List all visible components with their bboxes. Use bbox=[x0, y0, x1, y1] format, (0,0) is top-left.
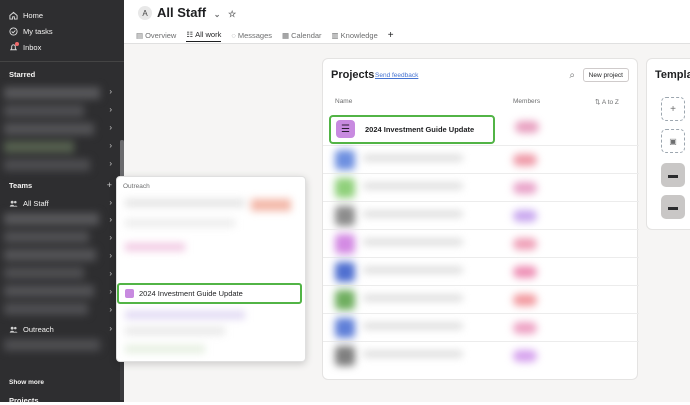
table-row[interactable] bbox=[323, 341, 639, 369]
message-icon: ◌ bbox=[231, 30, 236, 40]
chevron-right-icon[interactable]: › bbox=[109, 87, 112, 96]
table-row[interactable] bbox=[323, 201, 639, 229]
search-icon[interactable]: ⌕ bbox=[569, 70, 575, 81]
chevron-right-icon[interactable]: › bbox=[109, 324, 112, 333]
project-list-icon: ☰ bbox=[336, 120, 355, 138]
chevron-right-icon[interactable]: › bbox=[109, 305, 112, 314]
tab-overview[interactable]: ▤ Overview bbox=[136, 28, 176, 42]
tab-all-work[interactable]: ☷ All work bbox=[186, 28, 222, 42]
highlighted-project-row[interactable]: ☰ 2024 Investment Guide Update bbox=[329, 115, 495, 144]
templates-card: Templa + ▣ ▬ ▬ bbox=[646, 58, 690, 230]
team-projects-dropdown: Outreach bbox=[116, 176, 306, 362]
column-members[interactable]: Members bbox=[513, 98, 540, 105]
team-icon bbox=[9, 199, 18, 208]
bell-icon bbox=[9, 41, 19, 52]
chevron-right-icon[interactable]: › bbox=[109, 159, 112, 168]
template-item[interactable]: ▬ bbox=[661, 195, 685, 219]
teams-list: › › › › › › bbox=[0, 211, 124, 321]
calendar-icon: ▦ bbox=[282, 30, 290, 40]
team-icon bbox=[9, 325, 18, 334]
dropdown-blurred-items bbox=[121, 199, 301, 359]
home-icon bbox=[9, 11, 18, 20]
doc-icon: ▤ bbox=[136, 30, 144, 40]
book-icon: ▥ bbox=[331, 30, 339, 40]
nav-my-tasks-label: My tasks bbox=[23, 26, 53, 36]
layout-icon: ▬ bbox=[668, 201, 678, 213]
send-feedback-link[interactable]: Send feedback bbox=[375, 72, 418, 79]
team-title-text: All Staff bbox=[157, 5, 207, 20]
add-team-button[interactable]: + bbox=[107, 180, 112, 190]
sidebar: Home My tasks Inbox Starred › › › › › Te… bbox=[0, 0, 124, 405]
team-header: A All Staff ⌄ ☆ ▤ Overview ☷ All work ◌ … bbox=[124, 0, 690, 44]
starred-title: Starred bbox=[9, 70, 36, 79]
teams-title: Teams bbox=[9, 181, 33, 190]
nav-home-label: Home bbox=[23, 10, 44, 20]
show-more-link[interactable]: Show more bbox=[9, 379, 44, 386]
starred-list: › › › › › bbox=[0, 85, 124, 177]
template-placeholder[interactable]: ▣ bbox=[661, 129, 685, 153]
team-outreach-label: Outreach bbox=[23, 324, 54, 334]
table-row[interactable] bbox=[323, 145, 639, 173]
dropdown-title: Outreach bbox=[123, 183, 150, 190]
sort-button[interactable]: ⇅ A to Z bbox=[595, 98, 619, 106]
new-project-button[interactable]: New project bbox=[582, 68, 629, 82]
project-color-square bbox=[125, 289, 134, 298]
check-circle-icon bbox=[9, 26, 18, 36]
team-all-staff[interactable]: All Staff › bbox=[0, 195, 124, 211]
templates-title: Templa bbox=[655, 69, 690, 81]
table-row[interactable] bbox=[323, 173, 639, 201]
table-row[interactable] bbox=[323, 285, 639, 313]
table-row[interactable] bbox=[323, 313, 639, 341]
dropdown-highlighted-item[interactable]: 2024 Investment Guide Update bbox=[117, 283, 302, 304]
dropdown-highlighted-label: 2024 Investment Guide Update bbox=[139, 289, 243, 298]
chevron-right-icon[interactable]: › bbox=[109, 215, 112, 224]
table-row[interactable] bbox=[323, 257, 639, 285]
tab-overview-label: Overview bbox=[145, 30, 177, 40]
team-all-staff-label: All Staff bbox=[23, 198, 49, 208]
layout-icon: ▬ bbox=[668, 169, 678, 181]
sort-label: A to Z bbox=[601, 99, 619, 106]
template-item[interactable]: ▬ bbox=[661, 163, 685, 187]
sort-icon: ⇅ bbox=[595, 99, 601, 106]
team-outreach[interactable]: Outreach › bbox=[0, 321, 124, 337]
plus-icon: + bbox=[670, 103, 676, 115]
nav-my-tasks[interactable]: My tasks bbox=[0, 23, 124, 39]
tab-knowledge-label: Knowledge bbox=[340, 30, 378, 40]
template-icon: ▣ bbox=[669, 136, 677, 146]
projects-card: Projects Send feedback ⌕ New project Nam… bbox=[322, 58, 639, 380]
tab-knowledge[interactable]: ▥ Knowledge bbox=[332, 28, 378, 42]
team-avatar: A bbox=[138, 6, 152, 20]
chevron-right-icon[interactable]: › bbox=[109, 105, 112, 114]
chevron-right-icon[interactable]: › bbox=[109, 269, 112, 278]
highlighted-project-name: 2024 Investment Guide Update bbox=[365, 125, 475, 134]
projects-title: Projects bbox=[331, 69, 375, 81]
table-row[interactable] bbox=[323, 229, 639, 257]
chevron-right-icon[interactable]: › bbox=[109, 287, 112, 296]
chevron-right-icon[interactable]: › bbox=[109, 141, 112, 150]
chevron-right-icon[interactable]: › bbox=[109, 198, 112, 207]
tab-calendar-label: Calendar bbox=[291, 30, 322, 40]
chevron-down-icon[interactable]: ⌄ bbox=[214, 10, 221, 19]
chevron-right-icon[interactable]: › bbox=[109, 233, 112, 242]
team-tabs: ▤ Overview ☷ All work ◌ Messages ▦ Calen… bbox=[136, 28, 394, 42]
tab-messages[interactable]: ◌ Messages bbox=[231, 28, 272, 42]
list-icon: ☷ bbox=[186, 30, 194, 39]
star-icon[interactable]: ☆ bbox=[228, 9, 236, 19]
nav-home[interactable]: Home bbox=[0, 7, 124, 23]
nav-inbox[interactable]: Inbox bbox=[0, 39, 124, 55]
nav-inbox-label: Inbox bbox=[23, 42, 42, 52]
tab-messages-label: Messages bbox=[237, 30, 273, 40]
tab-all-work-label: All work bbox=[195, 30, 222, 39]
chevron-right-icon[interactable]: › bbox=[109, 123, 112, 132]
projects-section-title: Projects bbox=[9, 396, 39, 405]
member-avatar bbox=[515, 121, 539, 133]
tab-calendar[interactable]: ▦ Calendar bbox=[282, 28, 322, 42]
page-title: All Staff ⌄ ☆ bbox=[157, 5, 236, 20]
chevron-right-icon[interactable]: › bbox=[109, 251, 112, 260]
column-name[interactable]: Name bbox=[335, 98, 352, 105]
add-template-button[interactable]: + bbox=[661, 97, 685, 121]
add-tab-button[interactable]: + bbox=[388, 28, 394, 42]
blurred-row bbox=[4, 339, 100, 351]
